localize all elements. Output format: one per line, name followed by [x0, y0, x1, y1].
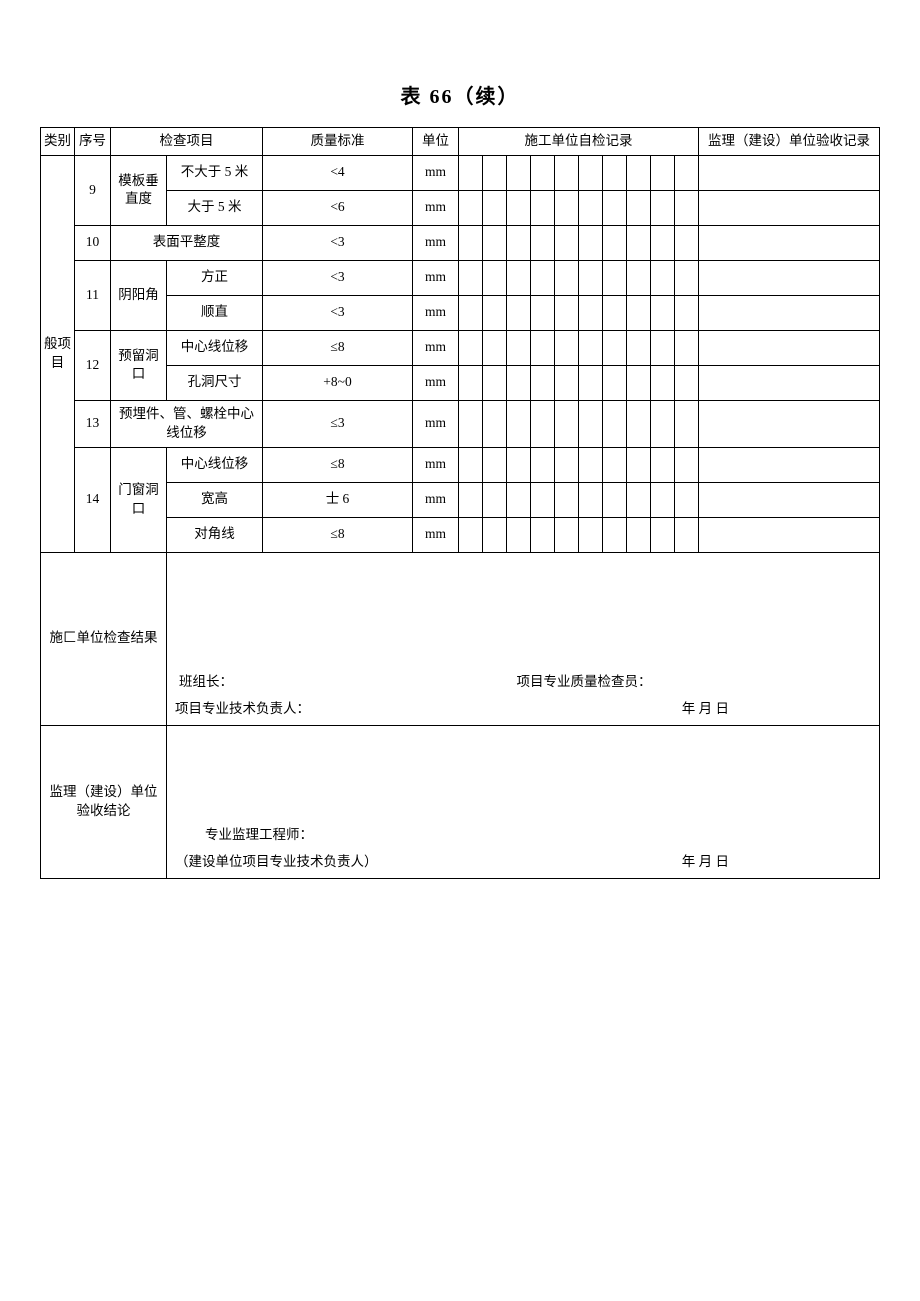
date-label: 年 月 日 — [682, 700, 729, 719]
seq-cell: 9 — [75, 155, 111, 225]
group-cell: 表面平整度 — [111, 225, 263, 260]
construct-tech-leader-label: （建设单位项目专业技术负责人） — [175, 854, 378, 869]
table-row: 14 门窗洞口 中心线位移 ≤8 mm — [41, 447, 880, 482]
unit-cell: mm — [413, 365, 459, 400]
table-row: 顺直 <3 mm — [41, 295, 880, 330]
sub-cell: 不大于 5 米 — [167, 155, 263, 190]
group-cell: 门窗洞口 — [111, 447, 167, 552]
std-cell: ≤3 — [263, 400, 413, 447]
unit-cell: mm — [413, 400, 459, 447]
col-unit: 单位 — [413, 128, 459, 156]
sub-cell: 大于 5 米 — [167, 190, 263, 225]
sub-cell: 方正 — [167, 260, 263, 295]
sub-cell: 孔洞尺寸 — [167, 365, 263, 400]
group-cell: 预留洞口 — [111, 330, 167, 400]
signature-row-construct: 施匚单位检查结果 班组长： 项目专业质量检查员： 项目专业技术负责人： 年 月 … — [41, 552, 880, 725]
unit-cell: mm — [413, 190, 459, 225]
sub-cell: 中心线位移 — [167, 330, 263, 365]
table-row: 13 预埋件、管、螺栓中心线位移 ≤3 mm — [41, 400, 880, 447]
std-cell: ≤8 — [263, 517, 413, 552]
signature-row-supervise: 监理（建设）单位验收结论 专业监理工程师： （建设单位项目专业技术负责人） 年 … — [41, 725, 880, 878]
tech-leader-label: 项目专业技术负责人： — [175, 701, 310, 716]
supervise-engineer-label: 专业监理工程师： — [205, 827, 313, 842]
col-quality-std: 质量标准 — [263, 128, 413, 156]
unit-cell: mm — [413, 225, 459, 260]
table-row: 大于 5 米 <6 mm — [41, 190, 880, 225]
std-cell: +8~0 — [263, 365, 413, 400]
seq-cell: 12 — [75, 330, 111, 400]
seq-cell: 13 — [75, 400, 111, 447]
supervise-conclusion-label: 监理（建设）单位验收结论 — [41, 725, 167, 878]
quality-inspector-label: 项目专业质量检查员： — [516, 673, 850, 692]
col-self-check: 施工单位自检记录 — [459, 128, 699, 156]
team-leader-label: 班组长： — [175, 673, 513, 692]
std-cell: <3 — [263, 225, 413, 260]
std-cell: 士 6 — [263, 482, 413, 517]
group-cell: 预埋件、管、螺栓中心线位移 — [111, 400, 263, 447]
table-header-row: 类别 序号 检查项目 质量标准 单位 施工单位自检记录 监理（建设）单位验收记录 — [41, 128, 880, 156]
std-cell: <4 — [263, 155, 413, 190]
table-row: 12 预留洞口 中心线位移 ≤8 mm — [41, 330, 880, 365]
table-row: 对角线 ≤8 mm — [41, 517, 880, 552]
table-row: 宽高 士 6 mm — [41, 482, 880, 517]
unit-cell: mm — [413, 155, 459, 190]
std-cell: <3 — [263, 295, 413, 330]
sub-cell: 顺直 — [167, 295, 263, 330]
col-seq: 序号 — [75, 128, 111, 156]
supervise-conclusion-block: 专业监理工程师： （建设单位项目专业技术负责人） 年 月 日 — [167, 725, 880, 878]
table-row: 10 表面平整度 <3 mm — [41, 225, 880, 260]
unit-cell: mm — [413, 330, 459, 365]
std-cell: <3 — [263, 260, 413, 295]
date-label: 年 月 日 — [682, 853, 729, 872]
category-cell: 般项目 — [41, 155, 75, 552]
sub-cell: 宽高 — [167, 482, 263, 517]
unit-cell: mm — [413, 260, 459, 295]
unit-cell: mm — [413, 517, 459, 552]
std-cell: ≤8 — [263, 447, 413, 482]
seq-cell: 10 — [75, 225, 111, 260]
unit-cell: mm — [413, 447, 459, 482]
sub-cell: 中心线位移 — [167, 447, 263, 482]
unit-cell: mm — [413, 482, 459, 517]
construct-result-block: 班组长： 项目专业质量检查员： 项目专业技术负责人： 年 月 日 — [167, 552, 880, 725]
std-cell: ≤8 — [263, 330, 413, 365]
seq-cell: 14 — [75, 447, 111, 552]
page-title: 表 66（续） — [40, 80, 880, 109]
seq-cell: 11 — [75, 260, 111, 330]
table-row: 11 阴阳角 方正 <3 mm — [41, 260, 880, 295]
group-cell: 阴阳角 — [111, 260, 167, 330]
table-row: 孔洞尺寸 +8~0 mm — [41, 365, 880, 400]
construct-result-label: 施匚单位检查结果 — [41, 552, 167, 725]
group-cell: 模板垂直度 — [111, 155, 167, 225]
std-cell: <6 — [263, 190, 413, 225]
col-supervise: 监理（建设）单位验收记录 — [699, 128, 880, 156]
inspection-table: 类别 序号 检查项目 质量标准 单位 施工单位自检记录 监理（建设）单位验收记录… — [40, 127, 880, 879]
col-category: 类别 — [41, 128, 75, 156]
unit-cell: mm — [413, 295, 459, 330]
table-row: 般项目 9 模板垂直度 不大于 5 米 <4 mm — [41, 155, 880, 190]
col-check-item: 检查项目 — [111, 128, 263, 156]
sub-cell: 对角线 — [167, 517, 263, 552]
